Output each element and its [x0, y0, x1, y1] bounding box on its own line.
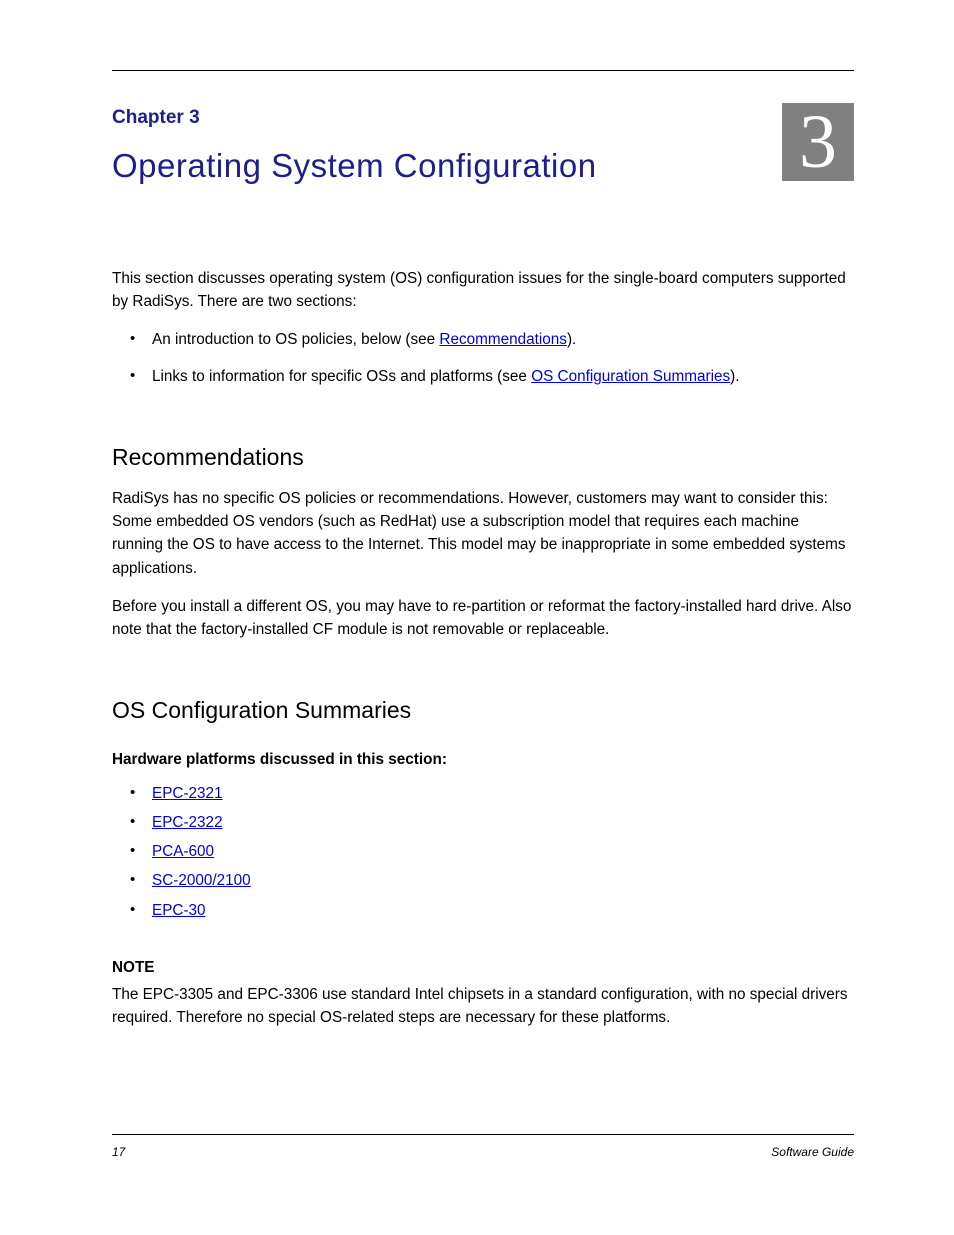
bullet-text-suffix: ). — [567, 331, 576, 348]
pca-600-link[interactable]: PCA-600 — [152, 843, 214, 860]
platform-item: EPC-2321 — [136, 782, 854, 805]
epc-2321-link[interactable]: EPC-2321 — [152, 785, 223, 802]
bottom-rule — [112, 1134, 854, 1135]
intro-paragraph: This section discusses operating system … — [112, 267, 854, 314]
note-text: The EPC-3305 and EPC-3306 use standard I… — [112, 983, 854, 1030]
bullet-text-prefix: Links to information for specific OSs an… — [152, 368, 531, 385]
recommendations-p1: RadiSys has no specific OS policies or r… — [112, 487, 854, 580]
chapter-title: Operating System Configuration — [112, 147, 782, 185]
intro-bullet-2: Links to information for specific OSs an… — [136, 365, 854, 388]
recommendations-p2: Before you install a different OS, you m… — [112, 595, 854, 642]
os-config-summaries-link[interactable]: OS Configuration Summaries — [531, 368, 730, 385]
top-rule — [112, 70, 854, 71]
chapter-number-badge: 3 — [782, 103, 854, 181]
bullet-text-prefix: An introduction to OS policies, below (s… — [152, 331, 439, 348]
intro-bullet-1: An introduction to OS policies, below (s… — [136, 328, 854, 351]
platform-item: SC-2000/2100 — [136, 869, 854, 892]
chapter-header: Chapter 3 Operating System Configuration… — [112, 107, 854, 185]
bullet-text-suffix: ). — [730, 368, 739, 385]
page-number: 17 — [112, 1145, 125, 1159]
body-content: This section discusses operating system … — [112, 267, 854, 1030]
epc-2322-link[interactable]: EPC-2322 — [152, 814, 223, 831]
platform-item: EPC-2322 — [136, 811, 854, 834]
note-block: NOTE The EPC-3305 and EPC-3306 use stand… — [112, 956, 854, 1030]
hw-platforms-subhead: Hardware platforms discussed in this sec… — [112, 748, 854, 771]
recommendations-heading: Recommendations — [112, 440, 854, 475]
os-config-summaries-heading: OS Configuration Summaries — [112, 693, 854, 728]
platform-link-list: EPC-2321 EPC-2322 PCA-600 SC-2000/2100 E… — [112, 782, 854, 922]
document-title: Software Guide — [771, 1145, 854, 1159]
recommendations-link[interactable]: Recommendations — [439, 331, 567, 348]
page-footer: 17 Software Guide — [112, 1134, 854, 1159]
platform-item: EPC-30 — [136, 899, 854, 922]
epc-30-link[interactable]: EPC-30 — [152, 902, 206, 919]
note-label: NOTE — [112, 956, 854, 979]
sc-2000-link[interactable]: SC-2000/2100 — [152, 872, 251, 889]
intro-bullet-list: An introduction to OS policies, below (s… — [112, 328, 854, 389]
platform-item: PCA-600 — [136, 840, 854, 863]
chapter-label: Chapter 3 — [112, 107, 782, 129]
